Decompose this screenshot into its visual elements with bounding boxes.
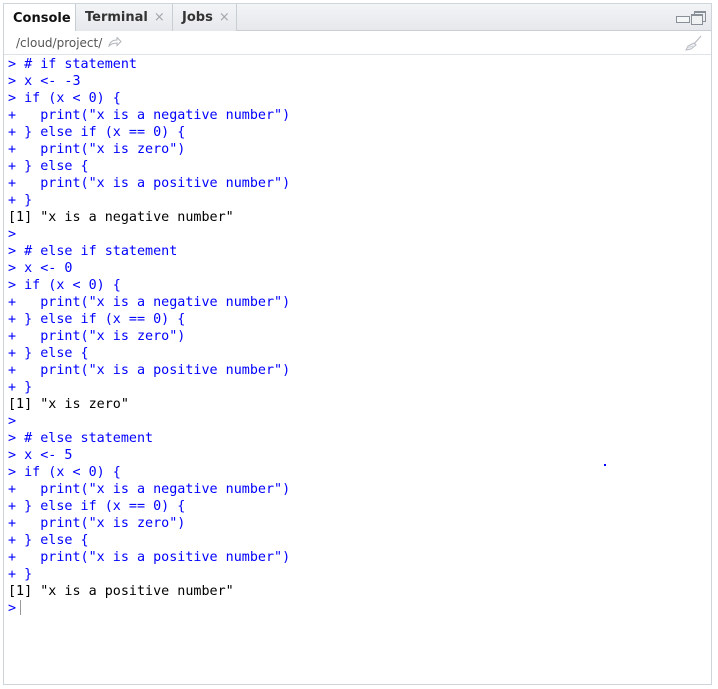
working-directory-bar: /cloud/project/ — [4, 31, 711, 55]
console-input-line: > x <- -3 — [8, 74, 81, 89]
console-input-line: + } — [8, 380, 33, 395]
tab-jobs[interactable]: Jobs × — [173, 4, 237, 31]
console-input-line: + } else if (x == 0) { — [8, 312, 186, 327]
console-input-line: + } else if (x == 0) { — [8, 125, 186, 140]
console-pane: Console Terminal × Jobs × /cloud/project… — [3, 3, 712, 685]
console-output[interactable]: > # if statement > x <- -3 > if (x < 0) { +… — [8, 55, 711, 684]
working-directory-path[interactable]: /cloud/project/ — [16, 36, 102, 50]
console-input-line: + } else if (x == 0) { — [8, 499, 186, 514]
console-input-line: > — [8, 227, 17, 242]
console-input-line: + } else { — [8, 533, 89, 548]
console-input-line: + print("x is zero") — [8, 142, 186, 157]
console-input-line: > x <- 0 — [8, 261, 73, 276]
text-cursor — [20, 600, 22, 615]
stray-dot — [604, 464, 606, 466]
console-input-line: + print("x is a positive number") — [8, 176, 291, 191]
console-input-line: + } — [8, 567, 33, 582]
maximize-icon[interactable] — [691, 11, 706, 25]
close-icon[interactable]: × — [219, 10, 230, 25]
console-input-line: > if (x < 0) { — [8, 91, 121, 106]
console-input-line: + print("x is a negative number") — [8, 482, 291, 497]
console-input-line: + print("x is zero") — [8, 516, 186, 531]
tab-console[interactable]: Console — [4, 4, 76, 32]
console-output-line: [1] "x is a positive number" — [8, 584, 234, 599]
console-output-line: [1] "x is zero" — [8, 397, 129, 412]
tab-console-label: Console — [13, 10, 71, 26]
prompt-symbol: > — [8, 601, 17, 616]
tab-bar: Console Terminal × Jobs × — [4, 4, 711, 32]
console-input-line: > x <- 5 — [8, 448, 73, 463]
minimize-icon[interactable] — [676, 11, 690, 23]
tab-jobs-label: Jobs — [182, 10, 213, 25]
console-input-line: + print("x is zero") — [8, 329, 186, 344]
console-input-line: > # else if statement — [8, 244, 178, 259]
window-controls — [676, 11, 706, 25]
broom-icon[interactable] — [685, 35, 703, 51]
console-input-line: > if (x < 0) { — [8, 465, 121, 480]
console-input-line: + } else { — [8, 346, 89, 361]
console-input-line: + print("x is a negative number") — [8, 108, 291, 123]
console-prompt-line[interactable]: > — [8, 600, 711, 617]
console-input-line: + print("x is a negative number") — [8, 295, 291, 310]
tab-terminal-label: Terminal — [85, 10, 148, 25]
console-input-line: + } — [8, 193, 33, 208]
console-input-line: > # else statement — [8, 431, 154, 446]
console-input-line: > — [8, 414, 17, 429]
tab-terminal[interactable]: Terminal × — [76, 4, 173, 31]
console-input-line: + print("x is a positive number") — [8, 363, 291, 378]
share-arrow-icon[interactable] — [108, 35, 122, 50]
console-input-line: > # if statement — [8, 57, 137, 72]
console-input-line: > if (x < 0) { — [8, 278, 121, 293]
console-input-line: + print("x is a positive number") — [8, 550, 291, 565]
close-icon[interactable]: × — [154, 10, 165, 25]
console-output-line: [1] "x is a negative number" — [8, 210, 234, 225]
console-input-line: + } else { — [8, 159, 89, 174]
